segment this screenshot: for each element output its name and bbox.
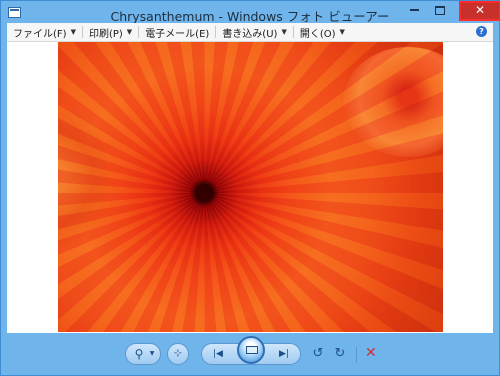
slideshow-icon <box>246 346 258 354</box>
rotate-clockwise-icon[interactable]: ↻ <box>333 344 347 364</box>
chevron-down-icon: ▼ <box>339 28 345 36</box>
next-icon[interactable]: ▶| <box>272 344 296 364</box>
maximize-button[interactable] <box>427 1 453 21</box>
delete-icon[interactable]: ✕ <box>365 345 377 361</box>
menu-burn[interactable]: 書き込み(U) ▼ <box>216 23 293 41</box>
chevron-down-icon: ▼ <box>281 28 287 36</box>
toolbar-separator <box>356 347 357 363</box>
menu-print-label: 印刷(P) <box>88 28 123 40</box>
slideshow-button[interactable] <box>237 336 265 364</box>
zoom-button[interactable]: ⚲ ▼ <box>125 343 161 365</box>
help-icon[interactable]: ? <box>476 26 487 37</box>
menu-file[interactable]: ファイル(F) ▼ <box>7 23 82 41</box>
menu-print[interactable]: 印刷(P) ▼ <box>83 23 138 41</box>
previous-icon[interactable]: |◀ <box>206 344 230 364</box>
menu-open-label: 開く(O) <box>299 28 336 40</box>
minimize-button[interactable] <box>401 1 427 21</box>
menu-email-label: 電子メール(E) <box>145 28 210 40</box>
actual-size-button[interactable]: ⊹ <box>167 343 189 365</box>
actual-size-icon: ⊹ <box>173 348 183 359</box>
chevron-down-icon: ▼ <box>126 28 133 36</box>
chevron-down-icon: ▼ <box>70 28 76 36</box>
menu-burn-label: 書き込み(U) <box>222 28 278 40</box>
menu-bar: ファイル(F) ▼ 印刷(P) ▼ 電子メール(E) 書き込み(U) ▼ 開く(… <box>7 23 493 42</box>
menu-email[interactable]: 電子メール(E) <box>139 23 215 41</box>
petal-texture <box>58 42 443 332</box>
magnifier-icon: ⚲ <box>134 347 144 361</box>
rotate-counterclockwise-icon[interactable]: ↺ <box>311 344 325 364</box>
menu-open[interactable]: 開く(O) ▼ <box>294 23 351 41</box>
chevron-down-icon: ▼ <box>149 350 155 357</box>
close-button[interactable]: ✕ <box>459 1 500 21</box>
image-viewport <box>7 42 493 333</box>
control-bar: ⚲ ▼ ⊹ |◀ ▶| ↺ ↻ ✕ <box>1 335 499 375</box>
minimize-icon <box>409 9 419 11</box>
menu-file-label: ファイル(F) <box>13 28 67 40</box>
photo-viewer-window: Chrysanthemum - Windows フォト ビューアー ✕ ファイル… <box>0 0 500 376</box>
chrysanthemum-photo <box>58 42 443 332</box>
maximize-icon <box>435 5 445 15</box>
